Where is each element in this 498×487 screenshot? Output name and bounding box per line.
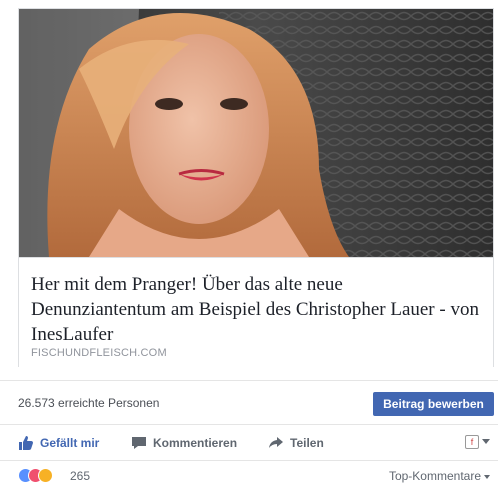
post-actions-bar: Gefällt mir Kommentieren Teilen f: [0, 424, 498, 460]
link-preview-card[interactable]: Her mit dem Pranger! Über das alte neue …: [18, 8, 494, 367]
reach-count[interactable]: 26.573 erreichte Personen: [18, 396, 159, 410]
reactions-summary-bar: 265 Top-Kommentare: [0, 460, 498, 487]
link-domain: FISCHUNDFLEISCH.COM: [31, 347, 167, 359]
chevron-down-icon: [484, 474, 490, 479]
comment-label: Kommentieren: [153, 436, 238, 450]
link-preview-text[interactable]: Her mit dem Pranger! Über das alte neue …: [19, 257, 493, 367]
comment-sort-dropdown[interactable]: Top-Kommentare: [389, 469, 490, 483]
comment-button[interactable]: Kommentieren: [131, 435, 237, 453]
post-audience-selector[interactable]: f: [465, 433, 490, 451]
boost-post-button[interactable]: Beitrag bewerben: [373, 392, 494, 416]
post-insights-bar: 26.573 erreichte Personen Beitrag bewerb…: [0, 380, 498, 424]
feed-post: Her mit dem Pranger! Über das alte neue …: [0, 0, 498, 487]
like-label: Gefällt mir: [40, 436, 100, 450]
sad-reaction-icon: [38, 468, 53, 483]
share-arrow-icon: [269, 437, 283, 448]
share-button[interactable]: Teilen: [268, 435, 324, 453]
share-label: Teilen: [290, 436, 324, 450]
chevron-down-icon: [482, 439, 490, 445]
like-button[interactable]: Gefällt mir: [18, 435, 99, 453]
thumbs-up-icon: [19, 436, 33, 450]
reaction-count: 265: [70, 469, 91, 483]
page-avatar-icon: f: [465, 434, 479, 449]
comment-sort-label: Top-Kommentare: [388, 469, 481, 483]
link-preview-image[interactable]: [19, 9, 493, 257]
comment-icon: [132, 437, 146, 449]
portrait-photo-icon: [19, 9, 493, 257]
link-title[interactable]: Her mit dem Pranger! Über das alte neue …: [31, 272, 481, 347]
